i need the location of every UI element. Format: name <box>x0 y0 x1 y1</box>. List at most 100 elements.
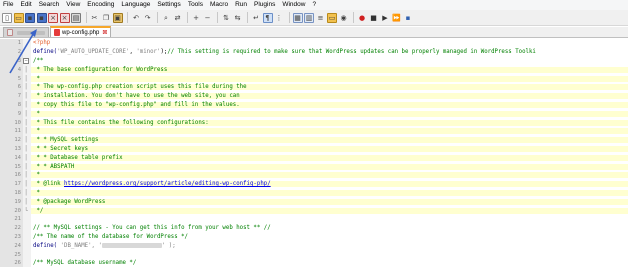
open-file-icon[interactable]: ▭ <box>13 12 24 23</box>
save-icon[interactable]: ▪ <box>25 12 35 23</box>
code-line: 25 <box>0 250 628 259</box>
play-macro-icon[interactable]: ▶ <box>380 12 390 23</box>
code-token: define( <box>33 49 58 56</box>
menu-macro[interactable]: Macro <box>210 0 228 10</box>
folder-workspace-icon[interactable]: ▭ <box>327 12 337 23</box>
tab-close-icon[interactable]: ⊠ <box>102 29 107 36</box>
replace-icon[interactable]: ⇄ <box>172 12 183 23</box>
copy-icon[interactable]: ❐ <box>101 12 111 23</box>
menu-search[interactable]: Search <box>39 0 60 10</box>
code-text: * The wp-config.php creation script uses… <box>31 84 628 91</box>
code-line: 3−/** <box>0 57 628 66</box>
sync-vertical-icon[interactable]: ⇅ <box>221 12 231 23</box>
code-token: * copy this file to "wp-config.php" and … <box>33 101 240 108</box>
zoom-out-icon[interactable]: − <box>202 12 213 23</box>
fold-toggle-icon[interactable]: − <box>21 57 31 64</box>
code-text: // ** MySQL settings - You can get this … <box>31 225 271 231</box>
menu-window[interactable]: Window <box>282 0 305 10</box>
code-text: /** The name of the database for WordPre… <box>31 234 188 240</box>
paste-icon[interactable]: ▣ <box>112 12 123 23</box>
toolbar-separator <box>353 12 354 23</box>
doc-map-icon[interactable]: ▥ <box>304 12 314 23</box>
close-all-icon[interactable]: × <box>59 12 70 23</box>
monitoring-icon[interactable]: ◉ <box>338 12 349 23</box>
code-token: 'DB_NAME', ' <box>57 242 102 249</box>
code-text: * @link https://wordpress.org/support/ar… <box>31 181 628 188</box>
function-list-icon[interactable]: ≡ <box>315 12 326 23</box>
code-line: 24 define( 'DB_NAME', ' ' ); <box>0 241 628 250</box>
line-number: 24 <box>14 242 21 249</box>
redo-icon[interactable]: ↷ <box>142 12 153 23</box>
menu-file[interactable]: File <box>3 0 13 10</box>
udl-icon[interactable]: ▦ <box>292 12 303 23</box>
menu-language[interactable]: Language <box>121 0 150 10</box>
menu-help[interactable]: ? <box>312 0 316 10</box>
toolbar-separator <box>247 12 248 23</box>
code-line: 15 │ * * ABSPATH <box>0 162 628 171</box>
cut-icon[interactable]: ✂ <box>89 12 100 23</box>
code-editor[interactable]: 1 <?php 2 define('WP_AUTO_UPDATE_CORE', 'mi… <box>0 39 628 267</box>
line-number: 10 <box>14 119 21 126</box>
code-line: 4 │ * The base configuration for WordPres… <box>0 65 628 74</box>
line-number: 20 <box>14 207 21 214</box>
code-line: 19 │ * @package WordPress <box>0 197 628 206</box>
redacted-value <box>101 242 162 248</box>
menu-tools[interactable]: Tools <box>188 0 203 10</box>
line-number: 17 <box>14 181 21 188</box>
code-token: * <box>33 189 40 196</box>
close-icon[interactable]: × <box>48 12 58 23</box>
code-text: define('WP_AUTO_UPDATE_CORE', 'minor');/… <box>31 49 536 55</box>
code-text: /** MySQL database username */ <box>31 260 136 266</box>
code-text: * copy this file to "wp-config.php" and … <box>31 101 628 108</box>
fold-line-marker: │ <box>24 198 28 205</box>
code-text: * * Database table prefix <box>31 154 628 161</box>
code-token: * <box>33 110 40 117</box>
code-token: define( <box>33 242 58 249</box>
tab-other-file[interactable] <box>3 27 49 37</box>
menu-encoding[interactable]: Encoding <box>87 0 114 10</box>
toolbar-separator <box>187 12 188 23</box>
zoom-in-icon[interactable]: + <box>191 12 201 23</box>
fold-line-marker: │ <box>24 110 28 117</box>
code-token: // ** MySQL settings - You can get this … <box>33 225 271 232</box>
new-file-icon[interactable]: ▯ <box>2 12 12 23</box>
stop-macro-icon[interactable]: ■ <box>368 12 379 23</box>
sync-horizontal-icon[interactable]: ⇆ <box>232 12 243 23</box>
menu-settings[interactable]: Settings <box>157 0 181 10</box>
word-wrap-icon[interactable]: ↵ <box>251 12 261 23</box>
code-line: 14 │ * * Database table prefix <box>0 153 628 162</box>
code-line: 22 // ** MySQL settings - You can get thi… <box>0 224 628 233</box>
menu-run[interactable]: Run <box>235 0 247 10</box>
code-token: ' ); <box>161 242 176 249</box>
code-text: * <box>31 189 628 196</box>
menu-view[interactable]: View <box>66 0 80 10</box>
code-token: * * ABSPATH <box>33 163 75 170</box>
print-icon[interactable]: ▤ <box>71 12 81 23</box>
undo-icon[interactable]: ↶ <box>131 12 141 23</box>
code-text: * * Secret keys <box>31 145 628 152</box>
line-number: 22 <box>14 225 21 232</box>
line-number: 19 <box>14 198 21 205</box>
indent-guide-icon[interactable]: ⋮ <box>274 12 284 23</box>
code-token: * * Database table prefix <box>33 154 123 161</box>
record-macro-icon[interactable]: ● <box>357 12 367 23</box>
fold-line-marker: │ <box>24 93 28 100</box>
toolbar-separator <box>217 12 218 23</box>
code-line: 6 │ * The wp-config.php creation script u… <box>0 83 628 92</box>
menu-edit[interactable]: Edit <box>20 0 31 10</box>
menu-plugins[interactable]: Plugins <box>254 0 275 10</box>
line-number: 1 <box>17 40 21 47</box>
tab-wp-config[interactable]: wp-config.php ⊠ <box>50 26 112 37</box>
play-multiple-icon[interactable]: ⏩ <box>391 12 402 23</box>
code-link[interactable]: https://wordpress.org/support/article/ed… <box>64 181 271 187</box>
find-icon[interactable]: ⌕ <box>161 12 171 23</box>
save-all-icon[interactable]: ▪ <box>36 12 47 23</box>
code-text: * The base configuration for WordPress <box>31 66 628 73</box>
line-number: 26 <box>14 260 21 267</box>
show-all-chars-icon[interactable]: ¶ <box>262 12 273 23</box>
save-macro-icon[interactable]: ▪ <box>403 12 413 23</box>
code-line: 17 │ * @link https://wordpress.org/suppor… <box>0 180 628 189</box>
code-line: 7 │ * installation. You don't have to use… <box>0 92 628 101</box>
code-line: 10 │ * This file contains the following c… <box>0 118 628 127</box>
line-number: 18 <box>14 189 21 196</box>
